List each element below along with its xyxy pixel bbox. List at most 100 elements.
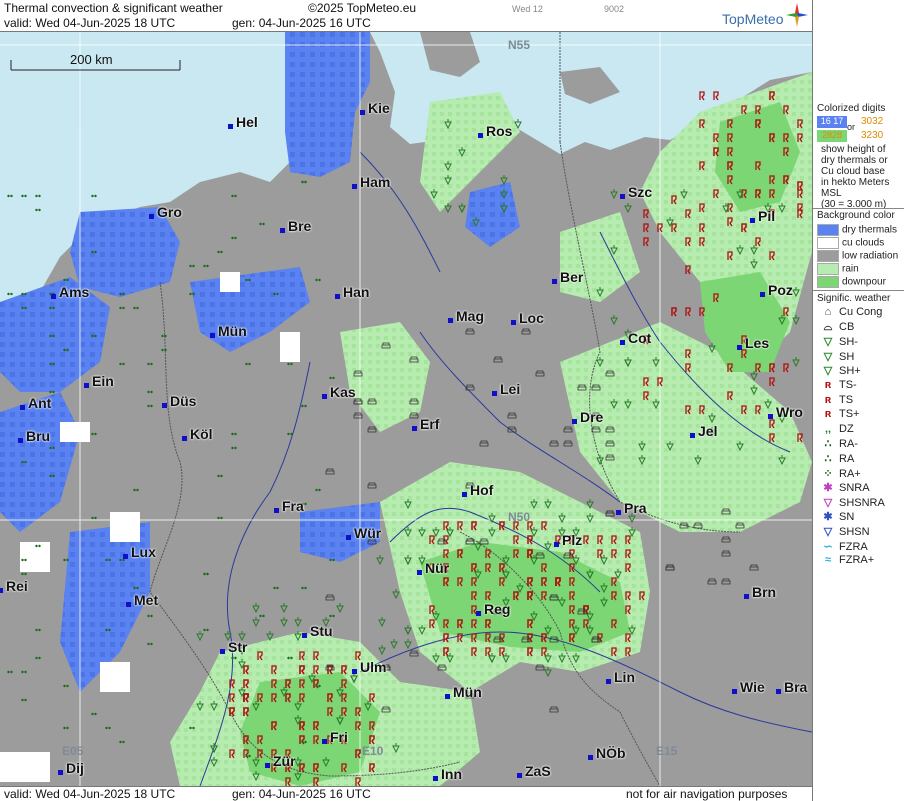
city-label[interactable]: Kie — [360, 100, 390, 116]
city-label[interactable]: Wür — [345, 525, 381, 541]
city-label[interactable]: Plz — [553, 532, 582, 548]
drizzle-icon — [329, 376, 335, 380]
rain-heavy-icon: ⁘ — [823, 467, 833, 480]
city-label[interactable]: Fra — [274, 498, 304, 514]
city-label[interactable]: Lux — [123, 544, 156, 560]
thunderstorm-icon — [569, 591, 575, 601]
thunderstorm-icon — [597, 549, 603, 559]
city-label[interactable]: Köl — [182, 426, 213, 442]
city-label[interactable]: Ulm — [351, 659, 386, 675]
thunderstorm-icon — [569, 619, 575, 629]
city-label[interactable]: Inn — [433, 766, 462, 782]
drizzle-icon — [259, 222, 265, 226]
drizzle-icon — [63, 684, 69, 688]
city-label[interactable]: Reg — [475, 601, 510, 617]
shower-heavy-icon: ▽ — [823, 365, 833, 378]
thunderstorm-icon — [583, 535, 589, 545]
shower-icon — [266, 631, 274, 642]
city-label[interactable]: Ein — [84, 373, 114, 389]
city-label[interactable]: Mün — [210, 323, 247, 339]
drizzle-icon — [105, 628, 111, 632]
cb-icon — [479, 538, 489, 545]
city-label[interactable]: Wro — [768, 404, 803, 420]
legend-explain-line: in hekto Meters — [821, 177, 890, 188]
cb-icon — [493, 636, 503, 643]
city-label[interactable]: Szc — [619, 184, 652, 200]
city-label[interactable]: Pil — [749, 208, 775, 224]
city-label[interactable]: Han — [334, 284, 369, 300]
city-label[interactable]: Erf — [411, 416, 439, 432]
shower-icon — [446, 653, 454, 664]
forecast-map[interactable]: 200 km N55 N50 E05 E10 E15 Hel Kie Ros H… — [0, 32, 812, 786]
city-label[interactable]: Pra — [616, 500, 647, 516]
city-label[interactable]: Nür — [416, 560, 449, 576]
city-label[interactable]: Bru — [17, 428, 50, 444]
drizzle-icon — [49, 390, 55, 394]
city-label[interactable]: Ant — [19, 395, 51, 411]
thunderstorm-icon — [625, 549, 631, 559]
cb-icon — [353, 412, 363, 419]
city-label[interactable]: Mün — [445, 684, 482, 700]
city-label[interactable]: ZaS — [517, 763, 551, 779]
city-label[interactable]: Loc — [511, 310, 544, 326]
city-label[interactable]: Les — [736, 335, 769, 351]
thunderstorm-icon — [685, 265, 691, 275]
city-label[interactable]: Düs — [161, 393, 196, 409]
shower-icon — [572, 625, 580, 636]
city-label[interactable]: Ams — [50, 284, 89, 300]
thunderstorm-icon — [699, 237, 705, 247]
drizzle-icon — [189, 264, 195, 268]
city-label[interactable]: Jel — [689, 423, 717, 439]
city-label[interactable]: Zür — [265, 753, 296, 769]
city-label[interactable]: Lei — [491, 381, 520, 397]
city-label[interactable]: Bra — [775, 679, 807, 695]
shower-icon — [610, 245, 618, 256]
thunderstorm-icon — [713, 189, 719, 199]
city-label[interactable]: Gro — [149, 204, 182, 220]
weather-legend-label: FZRA — [839, 540, 868, 553]
cb-icon — [493, 356, 503, 363]
city-label[interactable]: Dre — [571, 409, 603, 425]
city-label[interactable]: NÖb — [588, 745, 626, 761]
city-label[interactable]: Stu — [302, 623, 333, 639]
city-label[interactable]: Poz — [760, 282, 793, 298]
thunderstorm-icon — [457, 577, 463, 587]
city-label[interactable]: Cot — [619, 330, 651, 346]
city-label[interactable]: Ber — [551, 269, 583, 285]
thunderstorm-icon — [755, 105, 761, 115]
city-label[interactable]: Dij — [58, 760, 84, 776]
drizzle-icon — [147, 362, 153, 366]
city-label[interactable]: Lin — [606, 669, 635, 685]
city-label[interactable]: Hel — [228, 114, 258, 130]
city-label[interactable]: Ham — [351, 174, 390, 190]
cb-icon — [409, 650, 419, 657]
thunderstorm-icon — [783, 363, 789, 373]
drizzle-icon — [273, 292, 279, 296]
cb-icon — [409, 398, 419, 405]
city-label[interactable]: Ros — [477, 123, 512, 139]
shower-icon — [544, 625, 552, 636]
city-label[interactable]: Rei — [0, 578, 28, 594]
city-label[interactable]: Bre — [279, 218, 311, 234]
shower-icon — [792, 287, 800, 298]
weather-legend-label: FZRA+ — [839, 554, 875, 567]
shower-icon — [652, 357, 660, 368]
city-label[interactable]: Fri — [322, 729, 348, 745]
thunderstorm-icon — [327, 707, 333, 717]
map-header: Thermal convection & significant weather… — [0, 0, 812, 32]
city-label[interactable]: Mag — [448, 308, 484, 324]
thunderstorm-icon — [713, 133, 719, 143]
freezing-rain-heavy-icon: ≈ — [824, 554, 832, 567]
city-label[interactable]: Wie — [732, 679, 765, 695]
city-label[interactable]: Kas — [322, 384, 356, 400]
thunderstorm-icon — [257, 749, 263, 759]
thunderstorm-icon — [229, 749, 235, 759]
thunderstorm-icon — [271, 721, 277, 731]
city-label[interactable]: Str — [219, 639, 247, 655]
city-label[interactable]: Hof — [461, 482, 493, 498]
legend-sample-or: or — [847, 122, 856, 132]
shower-icon — [280, 603, 288, 614]
city-label[interactable]: Brn — [743, 584, 776, 600]
city-label[interactable]: Met — [125, 592, 158, 608]
footer-generated-time: gen: 04-Jun-2025 16 UTC — [232, 787, 371, 801]
